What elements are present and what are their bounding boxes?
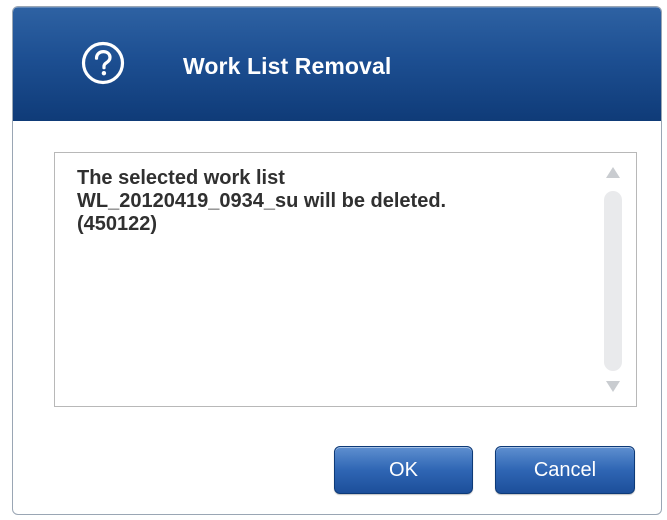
scroll-down-arrow-icon[interactable] [606,381,620,392]
question-help-icon [81,41,125,85]
work-list-removal-dialog: Work List Removal The selected work list… [12,6,662,515]
cancel-button[interactable]: Cancel [495,446,635,494]
dialog-titlebar: Work List Removal [13,7,661,121]
dialog-title: Work List Removal [183,53,392,79]
message-line: The selected work list [77,167,285,189]
scroll-track[interactable] [604,191,622,371]
message-line: (450122) [77,213,158,235]
message-text: The selected work list WL_20120419_0934_… [77,167,588,236]
scroll-up-arrow-icon[interactable] [606,167,620,178]
message-scrollbar[interactable] [594,153,636,406]
ok-button[interactable]: OK [334,446,473,494]
message-box: The selected work list WL_20120419_0934_… [54,152,637,407]
message-line: WL_20120419_0934_su will be deleted. [77,190,447,212]
